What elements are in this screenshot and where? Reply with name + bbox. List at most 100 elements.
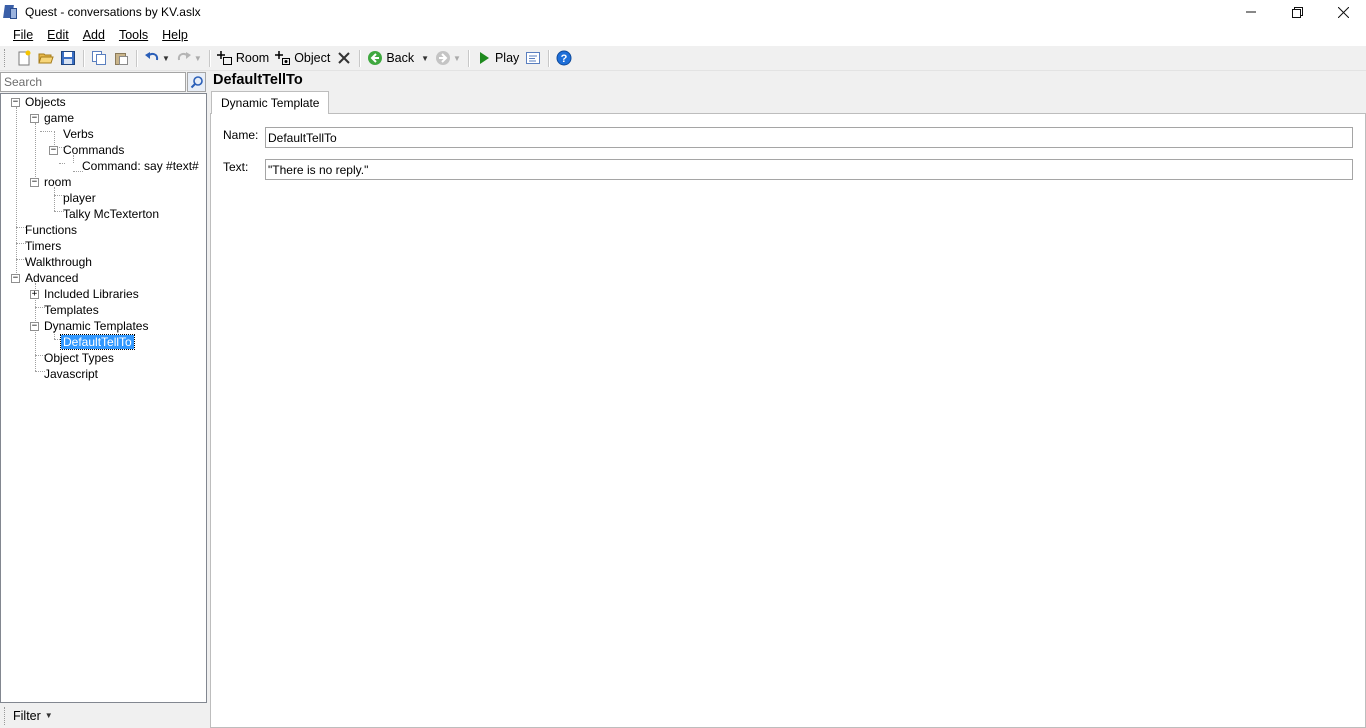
- add-room-button[interactable]: Room: [214, 48, 272, 68]
- menu-edit-label: Edit: [47, 28, 69, 42]
- search-button[interactable]: [187, 72, 206, 92]
- toolbar: ▼ ▼ Room Object Back ▼ ▼ Play ?: [0, 46, 1366, 71]
- delete-button[interactable]: [333, 48, 355, 68]
- new-button[interactable]: [13, 48, 35, 68]
- tree-item-templates[interactable]: Templates: [42, 302, 101, 318]
- tree-item-label: Dynamic Templates: [44, 319, 149, 333]
- tree-item-label: Functions: [25, 223, 78, 237]
- tree-item-player[interactable]: player: [61, 190, 98, 206]
- tree-item-object-types[interactable]: Object Types: [42, 350, 116, 366]
- forward-dropdown-icon[interactable]: ▼: [453, 54, 461, 63]
- tree-item-defaulttellto[interactable]: DefaultTellTo: [60, 334, 135, 350]
- menu-add-label: Add: [82, 28, 105, 42]
- tree-item-functions[interactable]: Functions: [23, 222, 79, 238]
- tree-item-included-libraries[interactable]: Included Libraries: [42, 286, 141, 302]
- menu-tools[interactable]: Tools: [112, 28, 155, 42]
- collapse-game-toggle[interactable]: −: [30, 114, 39, 123]
- close-button[interactable]: [1320, 0, 1366, 24]
- window-title: Quest - conversations by KV.aslx: [25, 5, 201, 19]
- toolbar-separator: [208, 49, 210, 67]
- tree-item-label: game: [44, 111, 75, 125]
- tree-item-advanced[interactable]: Advanced: [23, 270, 80, 286]
- help-button[interactable]: ?: [553, 48, 575, 68]
- expand-included-libraries-toggle[interactable]: +: [30, 290, 39, 299]
- minimize-button[interactable]: [1228, 0, 1274, 24]
- play-button[interactable]: Play: [473, 48, 522, 68]
- tree-item-room[interactable]: room: [42, 174, 73, 190]
- code-view-button[interactable]: [522, 48, 544, 68]
- toolbar-separator: [136, 49, 137, 67]
- filter-bar: Filter ▼: [0, 703, 207, 728]
- add-object-button[interactable]: Object: [272, 48, 333, 68]
- copy-icon: [91, 50, 107, 66]
- svg-text:?: ?: [561, 53, 568, 65]
- tree-connector: [59, 163, 65, 164]
- open-button[interactable]: [35, 48, 57, 68]
- collapse-objects-toggle[interactable]: −: [11, 98, 20, 107]
- collapse-advanced-toggle[interactable]: −: [11, 274, 20, 283]
- tab-content: Name: Text:: [210, 113, 1366, 728]
- tree-item-label: Verbs: [63, 127, 94, 141]
- minimize-icon: [1246, 11, 1256, 13]
- copy-button[interactable]: [88, 48, 110, 68]
- tree-item-label: Walkthrough: [25, 255, 92, 269]
- tree-item-label: Object Types: [44, 351, 114, 365]
- tree-item-game[interactable]: game: [42, 110, 76, 126]
- menu-help[interactable]: Help: [155, 28, 195, 42]
- object-tree[interactable]: − − − − − + − Objects game Verbs Command…: [0, 93, 207, 703]
- search-icon: [190, 76, 203, 89]
- filter-label: Filter: [13, 708, 41, 723]
- tree-item-label: Timers: [25, 239, 62, 253]
- undo-button[interactable]: ▼: [141, 48, 173, 68]
- toolbar-grip[interactable]: [4, 49, 7, 67]
- collapse-room-toggle[interactable]: −: [30, 178, 39, 187]
- tree-item-javascript[interactable]: Javascript: [42, 366, 100, 382]
- add-room-icon: [216, 50, 233, 66]
- new-file-icon: [16, 50, 32, 66]
- forward-button[interactable]: ▼: [432, 48, 464, 68]
- collapse-dynamic-templates-toggle[interactable]: −: [30, 322, 39, 331]
- quest-app-icon: [3, 4, 19, 20]
- play-button-label: Play: [494, 51, 520, 65]
- menu-edit[interactable]: Edit: [40, 28, 76, 42]
- tree-connector: [35, 123, 36, 179]
- tree-item-timers[interactable]: Timers: [23, 238, 63, 254]
- name-field[interactable]: [265, 127, 1353, 148]
- undo-dropdown-icon[interactable]: ▼: [162, 54, 170, 63]
- tree-connector: [16, 107, 17, 275]
- text-label: Text:: [223, 160, 249, 174]
- filter-dropdown-button[interactable]: Filter ▼: [7, 709, 53, 723]
- tree-item-commands[interactable]: Commands: [61, 142, 126, 158]
- tree-connector: [40, 131, 52, 132]
- menu-file[interactable]: File: [6, 28, 40, 42]
- redo-icon: [176, 50, 192, 66]
- play-icon: [476, 50, 492, 66]
- tree-item-label: Objects: [25, 95, 66, 109]
- back-dropdown-icon[interactable]: ▼: [421, 54, 429, 63]
- name-label: Name:: [223, 128, 259, 142]
- back-button[interactable]: Back ▼: [364, 48, 432, 68]
- tree-item-walkthrough[interactable]: Walkthrough: [23, 254, 94, 270]
- undo-icon: [144, 50, 160, 66]
- tab-dynamic-template[interactable]: Dynamic Template: [211, 91, 330, 114]
- tree-item-verbs[interactable]: Verbs: [61, 126, 96, 142]
- save-button[interactable]: [57, 48, 79, 68]
- tree-item-label: Talky McTexterton: [63, 207, 160, 221]
- tree-item-objects[interactable]: Objects: [23, 94, 68, 110]
- menu-tools-label: Tools: [118, 28, 149, 42]
- back-icon: [367, 50, 383, 66]
- search-input[interactable]: [0, 72, 186, 92]
- text-field[interactable]: [265, 159, 1353, 180]
- paste-button[interactable]: [110, 48, 132, 68]
- forward-icon: [435, 50, 451, 66]
- tree-item-dynamic-templates[interactable]: Dynamic Templates: [42, 318, 150, 334]
- redo-button[interactable]: ▼: [173, 48, 205, 68]
- editor-panel: DefaultTellTo Dynamic Template Name: Tex…: [210, 72, 1366, 728]
- tree-item-command-say[interactable]: Command: say #text#: [80, 158, 201, 174]
- tree-item-talky-mctexterton[interactable]: Talky McTexterton: [61, 206, 161, 222]
- menu-add[interactable]: Add: [76, 28, 112, 42]
- collapse-commands-toggle[interactable]: −: [49, 146, 58, 155]
- menu-bar: File Edit Add Tools Help: [0, 24, 1366, 46]
- redo-dropdown-icon[interactable]: ▼: [194, 54, 202, 63]
- restore-button[interactable]: [1274, 0, 1320, 24]
